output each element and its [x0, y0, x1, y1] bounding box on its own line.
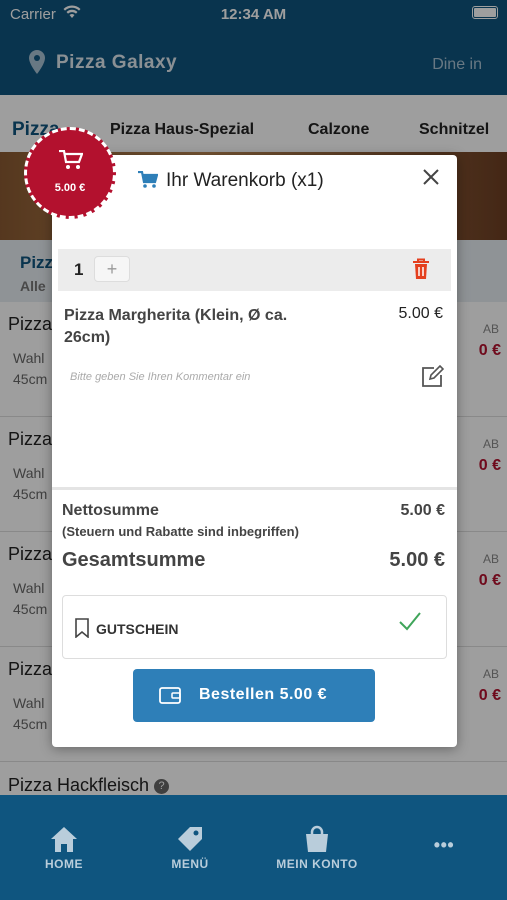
cart-icon — [59, 150, 83, 169]
tab-menu[interactable]: MENÜ — [140, 825, 240, 871]
bookmark-icon — [75, 618, 89, 638]
voucher-label: GUTSCHEIN — [96, 621, 179, 637]
cart-title: Ihr Warenkorb (x1) — [166, 170, 324, 191]
divider — [52, 487, 457, 490]
shopping-bag-icon — [306, 825, 328, 852]
home-icon — [51, 827, 77, 852]
trash-icon[interactable] — [411, 258, 431, 280]
grand-total-label: Gesamtsumme — [62, 549, 206, 571]
product-price: 5.00 € — [398, 305, 443, 322]
wallet-icon — [159, 687, 181, 704]
order-button-label: Bestellen 5.00 € — [199, 686, 328, 703]
net-total-value: 5.00 € — [400, 502, 445, 519]
bottom-tab-bar: HOME MENÜ MEIN KONTO ••• — [0, 795, 507, 900]
product-name: Pizza Margherita (Klein, Ø ca. 26cm) — [64, 307, 288, 346]
edit-icon[interactable] — [420, 365, 444, 389]
voucher-field[interactable]: GUTSCHEIN — [62, 595, 447, 659]
order-button[interactable]: Bestellen 5.00 € — [133, 669, 375, 722]
grand-total-value: 5.00 € — [389, 549, 445, 571]
comment-input[interactable]: Bitte geben Sie Ihren Kommentar ein — [70, 371, 250, 383]
tab-home-label: HOME — [45, 857, 83, 871]
tab-account[interactable]: MEIN KONTO — [267, 825, 367, 871]
more-icon[interactable]: ••• — [394, 835, 494, 856]
net-total-label: Nettosumme — [62, 502, 159, 519]
cart-modal: Ihr Warenkorb (x1) 1 + Pizza Margherita … — [52, 155, 457, 747]
tag-icon — [178, 827, 202, 851]
net-total-note: (Steuern und Rabatte sind inbegriffen) — [62, 524, 299, 539]
cart-icon — [138, 171, 158, 188]
tab-home[interactable]: HOME — [14, 825, 114, 871]
cart-badge[interactable]: 5.00 € — [24, 127, 116, 219]
close-icon[interactable] — [421, 167, 441, 187]
quantity-value: 1 — [74, 260, 84, 279]
quantity-row: 1 + — [58, 249, 451, 291]
increase-quantity-button[interactable]: + — [94, 256, 130, 282]
checkmark-icon[interactable] — [398, 610, 422, 632]
cart-badge-total: 5.00 € — [54, 182, 86, 194]
tab-account-label: MEIN KONTO — [276, 857, 358, 871]
tab-menu-label: MENÜ — [171, 857, 209, 871]
